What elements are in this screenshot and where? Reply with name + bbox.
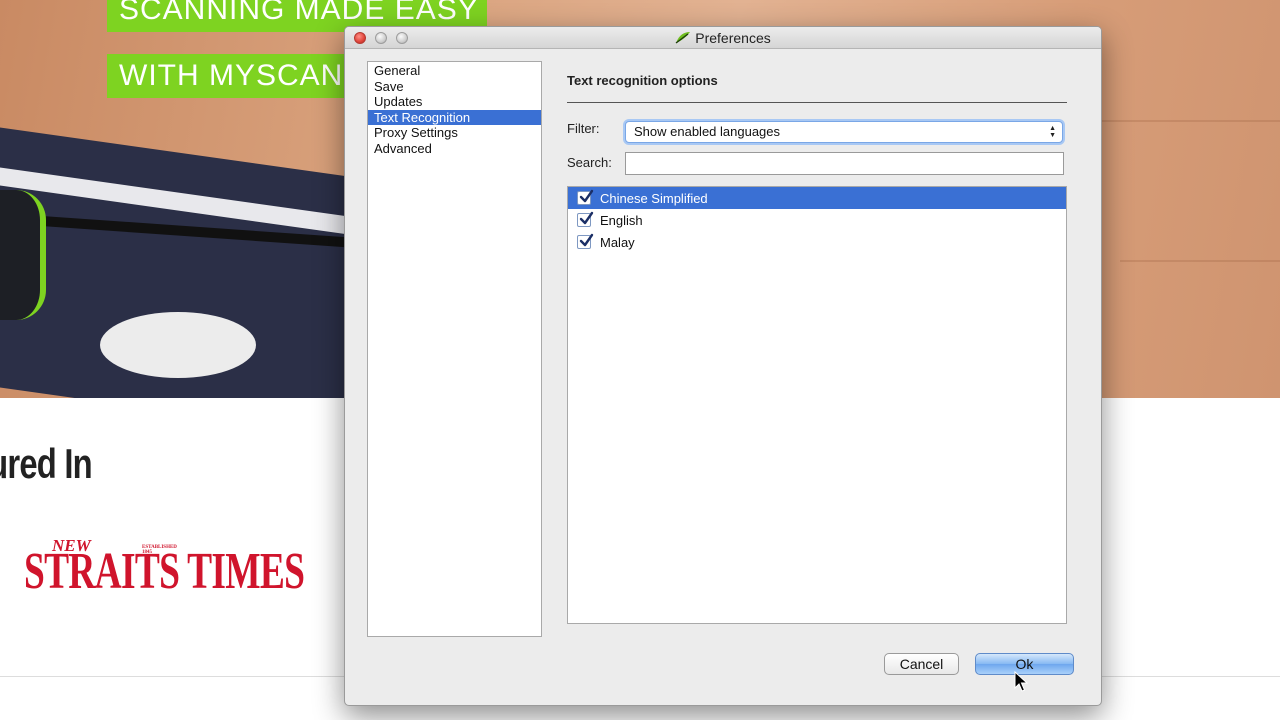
scanner-device: [0, 190, 46, 320]
language-checkbox-english[interactable]: [577, 211, 594, 227]
sidebar-item-general[interactable]: General: [368, 63, 541, 79]
sidebar-item-save[interactable]: Save: [368, 79, 541, 95]
language-checkbox-chinese-simplified[interactable]: [577, 189, 594, 205]
language-row-malay[interactable]: Malay: [568, 231, 1066, 253]
preferences-window: Preferences General Save Updates Text Re…: [344, 26, 1102, 706]
desk-grain: [1120, 260, 1280, 262]
updown-arrows-icon: ▲ ▼: [1049, 125, 1056, 139]
checkmark-icon: [579, 189, 594, 203]
logo-straits-times: STRAITS TIMES: [24, 543, 305, 600]
filter-select[interactable]: Show enabled languages ▲ ▼: [625, 121, 1063, 143]
filter-selected-value: Show enabled languages: [634, 124, 781, 139]
language-name: Chinese Simplified: [600, 190, 708, 206]
language-checkbox-malay[interactable]: [577, 233, 594, 249]
sidebar-item-updates[interactable]: Updates: [368, 94, 541, 110]
language-name: English: [600, 212, 643, 228]
checkmark-icon: [579, 233, 594, 247]
window-titlebar[interactable]: Preferences: [345, 27, 1101, 49]
preferences-category-list[interactable]: General Save Updates Text Recognition Pr…: [367, 61, 542, 637]
featured-in-heading: tured In: [0, 440, 93, 487]
myscan-leaf-icon: [675, 32, 691, 44]
hero-banner-line2: WITH MYSCAN: [107, 54, 357, 98]
mouse-pointer-icon: [1014, 671, 1028, 692]
search-label: Search:: [567, 155, 612, 170]
language-name: Malay: [600, 234, 635, 250]
language-row-chinese-simplified[interactable]: Chinese Simplified: [568, 187, 1066, 209]
sidebar-item-proxy-settings[interactable]: Proxy Settings: [368, 125, 541, 141]
window-title: Preferences: [695, 30, 771, 46]
language-search-input[interactable]: [625, 152, 1064, 175]
pane-heading: Text recognition options: [567, 73, 718, 88]
scanner-disc: [100, 312, 256, 378]
filter-label: Filter:: [567, 121, 600, 136]
language-list[interactable]: Chinese Simplified English Malay: [567, 186, 1067, 624]
language-row-english[interactable]: English: [568, 209, 1066, 231]
cancel-button[interactable]: Cancel: [884, 653, 959, 675]
sidebar-item-text-recognition[interactable]: Text Recognition: [368, 109, 541, 125]
window-title-group: Preferences: [345, 27, 1101, 49]
checkmark-icon: [579, 211, 594, 225]
pane-divider: [567, 102, 1067, 103]
sidebar-item-advanced[interactable]: Advanced: [368, 141, 541, 157]
